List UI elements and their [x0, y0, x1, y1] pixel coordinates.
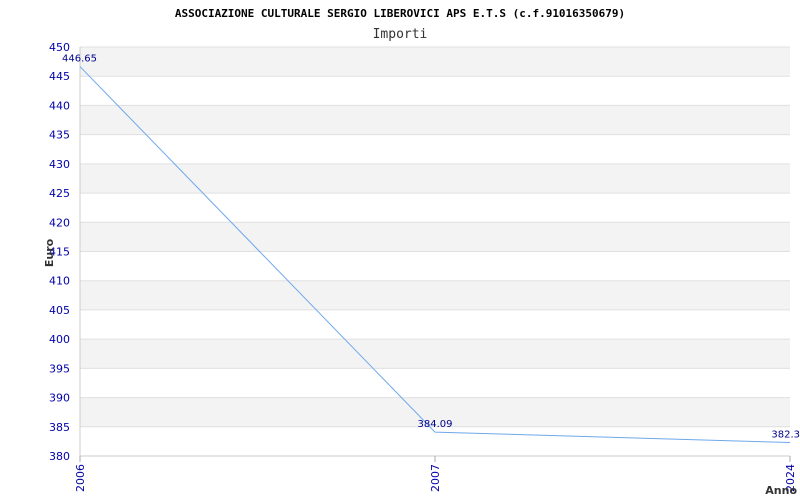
y-tick-label: 425 [49, 187, 70, 200]
x-axis-title: Anno [765, 484, 797, 497]
y-tick-label: 395 [49, 362, 70, 375]
line-chart: ASSOCIAZIONE CULTURALE SERGIO LIBEROVICI… [43, 7, 800, 497]
grid-band [80, 280, 790, 310]
y-tick-label: 405 [49, 304, 70, 317]
x-axis-ticks: 2006 2007 2024 [74, 456, 797, 492]
y-tick-label: 430 [49, 158, 70, 171]
y-tick-label: 390 [49, 392, 70, 405]
x-tick-label: 2006 [74, 464, 87, 492]
y-tick-label: 410 [49, 275, 70, 288]
y-tick-label: 435 [49, 129, 70, 142]
grid-band [80, 47, 790, 77]
chart-title: ASSOCIAZIONE CULTURALE SERGIO LIBEROVICI… [175, 7, 625, 20]
grid-band [80, 105, 790, 135]
data-label: 384.09 [418, 419, 453, 430]
data-label: 382.3 [771, 430, 800, 441]
y-tick-label: 380 [49, 450, 70, 463]
chart-subtitle: Importi [373, 27, 428, 42]
y-tick-label: 445 [49, 70, 70, 83]
y-tick-label: 400 [49, 333, 70, 346]
grid-band [80, 163, 790, 194]
y-tick-label: 420 [49, 216, 70, 229]
y-tick-label: 450 [49, 41, 70, 54]
y-tick-label: 385 [49, 421, 70, 434]
x-tick-label: 2007 [429, 464, 442, 492]
y-axis-title: Euro [43, 238, 56, 267]
y-tick-label: 440 [49, 99, 70, 112]
grid-band [80, 222, 790, 252]
data-label: 446.65 [62, 54, 97, 65]
grid-bands [80, 47, 790, 427]
grid-band [80, 339, 790, 369]
